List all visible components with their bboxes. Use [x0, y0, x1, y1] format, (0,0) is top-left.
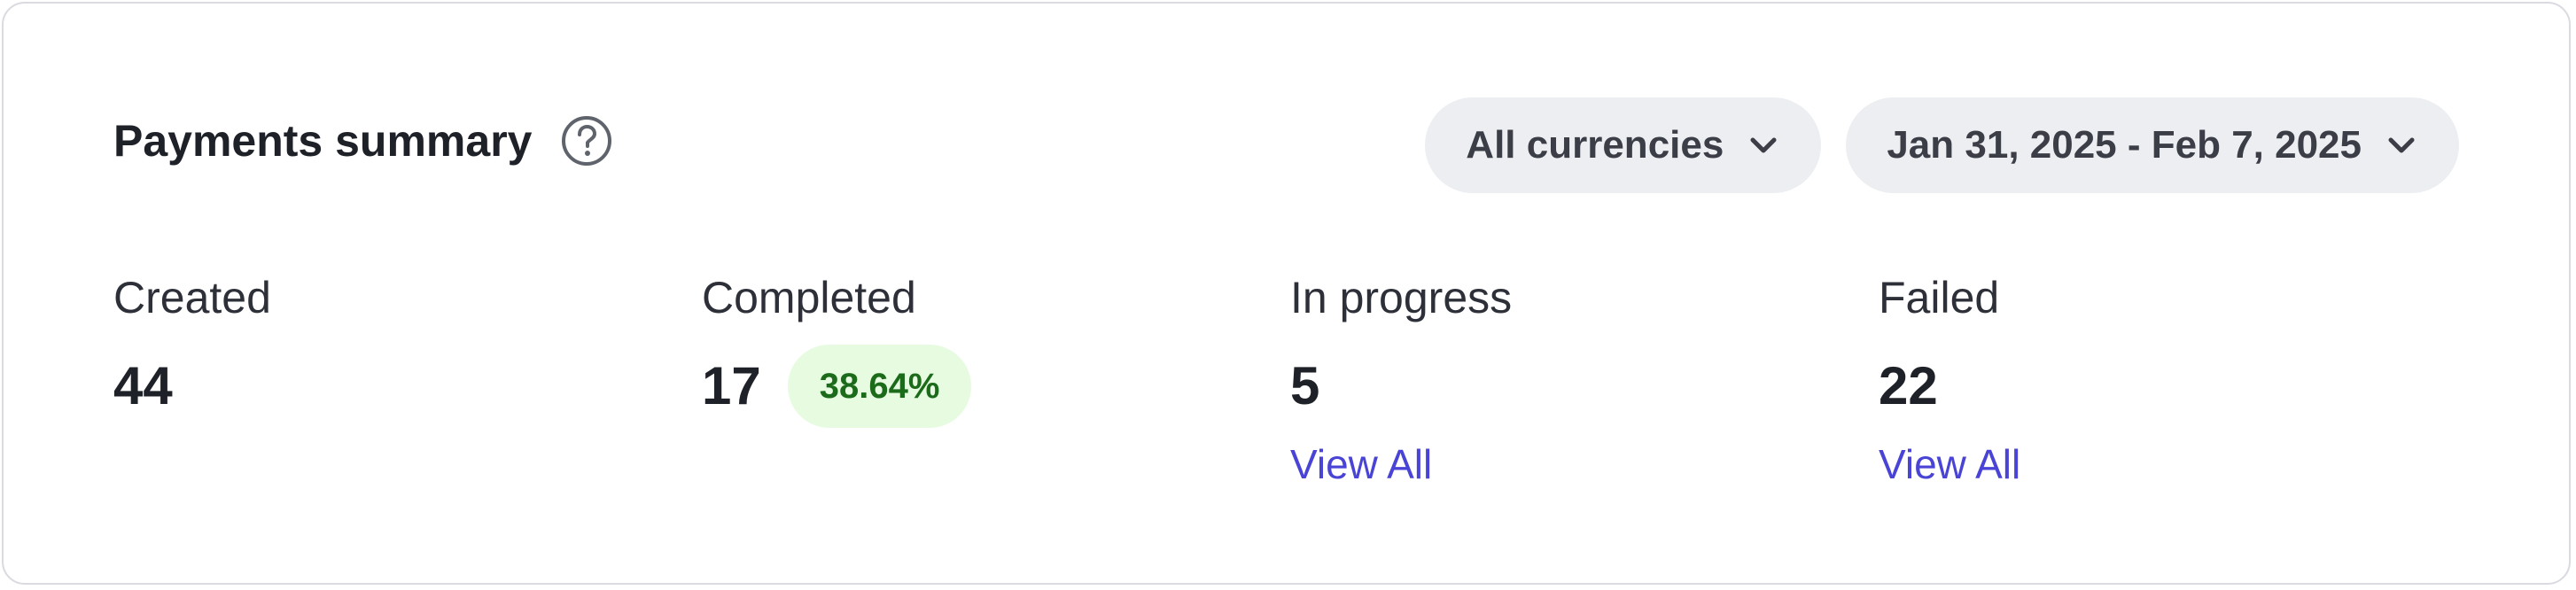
stat-completed-value: 17 — [702, 356, 761, 415]
date-range-dropdown-label: Jan 31, 2025 - Feb 7, 2025 — [1887, 123, 2362, 167]
date-range-dropdown[interactable]: Jan 31, 2025 - Feb 7, 2025 — [1846, 97, 2459, 193]
stat-created: Created 44 — [113, 269, 271, 420]
stat-in-progress-value-row: 5 — [1290, 353, 1512, 420]
in-progress-view-all-link[interactable]: View All — [1290, 438, 1512, 491]
payments-summary-card: Payments summary All currencies Jan 31, … — [2, 2, 2571, 585]
question-circle-icon[interactable] — [560, 114, 613, 167]
stat-completed: Completed 17 38.64% — [702, 269, 972, 428]
card-header: Payments summary — [113, 114, 613, 167]
stat-created-label: Created — [113, 273, 271, 322]
stat-created-value-row: 44 — [113, 353, 271, 420]
stat-failed-value: 22 — [1879, 356, 1938, 415]
chevron-down-icon — [2385, 128, 2418, 162]
stat-completed-label: Completed — [702, 273, 916, 322]
stat-created-value: 44 — [113, 356, 173, 415]
failed-view-all-link[interactable]: View All — [1879, 438, 2020, 491]
stat-failed-value-row: 22 — [1879, 353, 2020, 420]
currency-dropdown[interactable]: All currencies — [1425, 97, 1822, 193]
stat-failed-label: Failed — [1879, 273, 2000, 322]
stat-in-progress: In progress 5 View All — [1290, 269, 1512, 491]
currency-dropdown-label: All currencies — [1466, 123, 1724, 167]
stat-failed: Failed 22 View All — [1879, 269, 2020, 491]
chevron-down-icon — [1747, 128, 1780, 162]
filter-controls: All currencies Jan 31, 2025 - Feb 7, 202… — [1425, 97, 2459, 193]
stat-in-progress-value: 5 — [1290, 356, 1320, 415]
card-title: Payments summary — [113, 116, 533, 166]
stat-completed-value-row: 17 38.64% — [702, 345, 972, 428]
stat-in-progress-label: In progress — [1290, 273, 1513, 322]
completion-rate-badge: 38.64% — [787, 345, 972, 428]
